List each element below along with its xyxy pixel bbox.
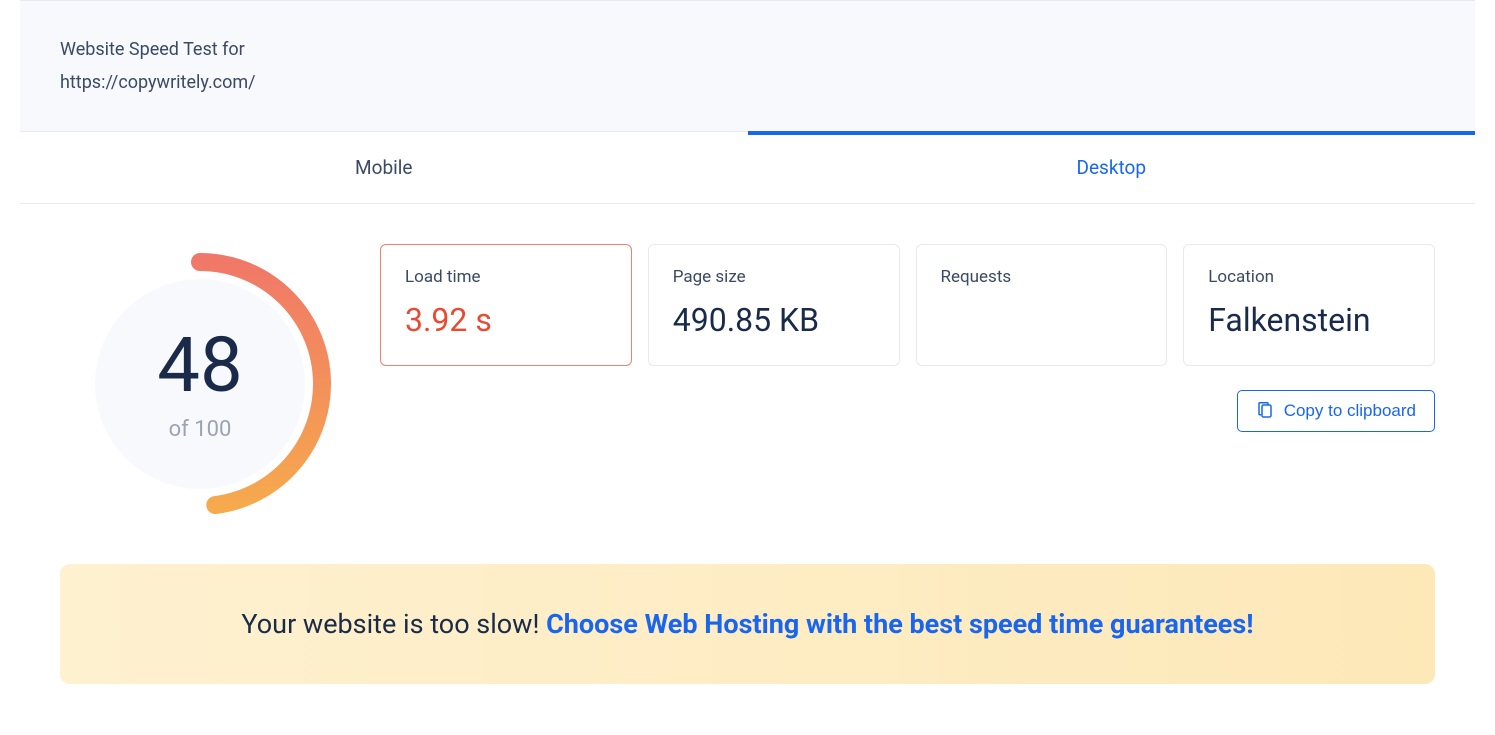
metric-label: Load time xyxy=(405,267,607,287)
score-gauge: 48 of 100 xyxy=(60,244,340,524)
metrics-row: Load time 3.92 s Page size 490.85 KB Req… xyxy=(380,244,1435,366)
metric-value: 490.85 KB xyxy=(673,301,875,339)
promo-banner: Your website is too slow! Choose Web Hos… xyxy=(60,564,1435,684)
banner-text: Your website is too slow! xyxy=(241,608,546,640)
copy-row: Copy to clipboard xyxy=(380,390,1435,432)
metric-requests: Requests xyxy=(916,244,1168,366)
metric-page-size: Page size 490.85 KB xyxy=(648,244,900,366)
metric-value: Falkenstein xyxy=(1208,301,1410,339)
tab-label: Desktop xyxy=(1076,156,1146,179)
header-title: Website Speed Test for xyxy=(60,39,1435,60)
metric-label: Requests xyxy=(941,267,1143,287)
tab-label: Mobile xyxy=(355,156,412,179)
clipboard-icon xyxy=(1256,402,1274,420)
device-tabs: Mobile Desktop xyxy=(20,132,1475,204)
tested-url: https://copywritely.com/ xyxy=(60,72,1435,93)
metric-value: 3.92 s xyxy=(405,301,607,339)
metric-label: Page size xyxy=(673,267,875,287)
copy-label: Copy to clipboard xyxy=(1284,401,1416,421)
copy-to-clipboard-button[interactable]: Copy to clipboard xyxy=(1237,390,1435,432)
content: 48 of 100 Load time 3.92 s Page size 490… xyxy=(0,204,1495,534)
header: Website Speed Test for https://copywrite… xyxy=(20,0,1475,132)
metric-location: Location Falkenstein xyxy=(1183,244,1435,366)
score-inner: 48 of 100 xyxy=(95,279,305,489)
score-of: of 100 xyxy=(169,417,232,442)
banner-link[interactable]: Choose Web Hosting with the best speed t… xyxy=(546,608,1253,640)
metric-load-time: Load time 3.92 s xyxy=(380,244,632,366)
tab-desktop[interactable]: Desktop xyxy=(748,132,1476,203)
tab-mobile[interactable]: Mobile xyxy=(20,132,748,203)
metrics: Load time 3.92 s Page size 490.85 KB Req… xyxy=(380,244,1435,524)
metric-label: Location xyxy=(1208,267,1410,287)
score-value: 48 xyxy=(157,327,242,403)
speed-test-panel: Website Speed Test for https://copywrite… xyxy=(0,0,1495,684)
